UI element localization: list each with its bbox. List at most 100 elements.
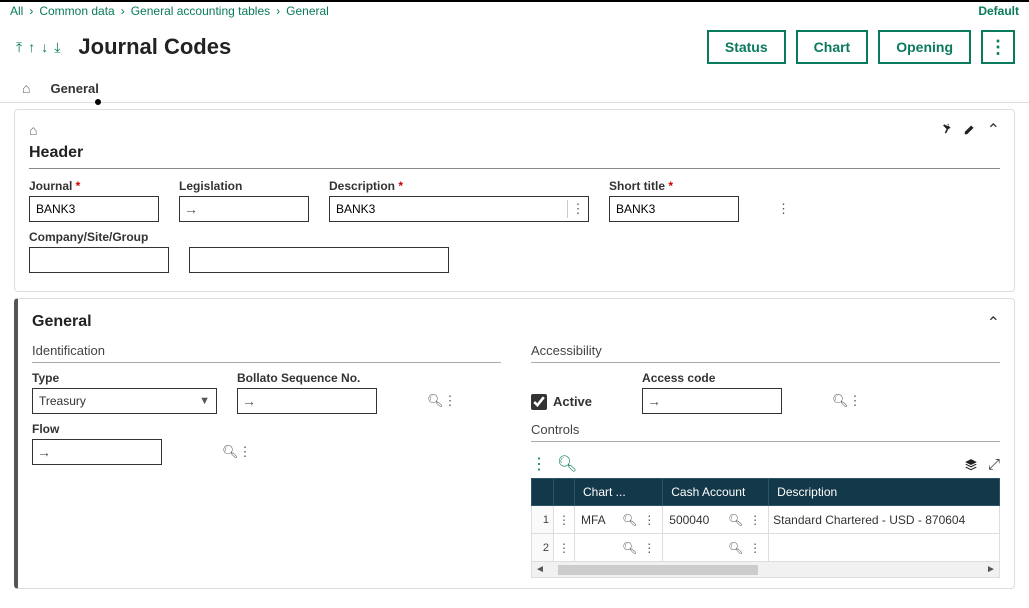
flow-input[interactable]: → 🔍︎ ⋮ [32, 439, 162, 465]
access-field[interactable] [665, 389, 832, 413]
divider [29, 168, 1000, 169]
cell-chart[interactable]: MFA 🔍︎ ⋮ [575, 506, 663, 534]
grid-header-cash[interactable]: Cash Account [663, 479, 769, 506]
cell-desc[interactable] [769, 534, 1000, 562]
layers-icon[interactable] [964, 456, 978, 473]
csg-text-input[interactable] [189, 247, 449, 273]
caret-down-icon: ▼ [199, 395, 210, 407]
grid-header-desc[interactable]: Description [769, 479, 1000, 506]
scroll-track[interactable] [548, 565, 983, 575]
chevron-right-icon: › [29, 4, 33, 18]
description-field[interactable] [330, 197, 567, 221]
grid-scrollbar[interactable]: ◄ ► [531, 562, 1000, 578]
search-icon[interactable]: 🔍︎ [222, 444, 239, 460]
cell-chart[interactable]: 🔍︎ ⋮ [575, 534, 663, 562]
cell-desc[interactable]: Standard Chartered - USD - 870604 [769, 506, 1000, 534]
menu-icon[interactable]: ⋮ [239, 444, 252, 460]
controls-heading: Controls [531, 422, 1000, 437]
journal-label: Journal [29, 179, 159, 193]
cell-value: MFA [579, 513, 619, 527]
active-label: Active [553, 394, 592, 409]
breadcrumb-default[interactable]: Default [978, 4, 1019, 18]
breadcrumb-general[interactable]: General [286, 4, 329, 18]
nav-prev-icon[interactable]: ↑ [26, 39, 37, 56]
search-icon[interactable]: 🔍︎ [427, 393, 444, 409]
journal-field[interactable] [30, 197, 197, 221]
search-icon[interactable]: 🔍︎ [725, 513, 746, 527]
row-menu-icon[interactable]: ⋮ [554, 534, 575, 562]
grid-menu-icon[interactable]: ⋮ [531, 454, 547, 474]
breadcrumb: All › Common data › General accounting t… [0, 2, 1029, 20]
menu-icon[interactable]: ⋮ [777, 201, 790, 217]
controls-grid: Chart ... Cash Account Description 1 ⋮ M… [531, 478, 1000, 562]
nav-next-icon[interactable]: ↓ [39, 39, 50, 56]
shorttitle-label: Short title [609, 179, 739, 193]
active-checkbox-wrap[interactable]: Active [531, 389, 592, 414]
bollato-field[interactable] [260, 389, 427, 413]
scroll-thumb[interactable] [558, 565, 758, 575]
menu-icon[interactable]: ⋮ [444, 393, 457, 409]
panel-home-icon[interactable]: ⌂ [29, 122, 37, 138]
tab-general[interactable]: General [38, 75, 110, 102]
bollato-input[interactable]: → 🔍︎ ⋮ [237, 388, 377, 414]
journal-input[interactable]: 🔍︎ ⋮ [29, 196, 159, 222]
shorttitle-input[interactable]: ⋮ [609, 196, 739, 222]
search-icon[interactable]: 🔍︎ [619, 541, 640, 555]
description-label: Description [329, 179, 589, 193]
collapse-icon[interactable]: ⌃ [987, 313, 1000, 333]
menu-icon[interactable]: ⋮ [746, 513, 764, 527]
tab-row: ⌂ General [0, 74, 1029, 103]
flow-label: Flow [32, 422, 162, 436]
chart-button[interactable]: Chart [796, 30, 869, 64]
breadcrumb-common[interactable]: Common data [39, 4, 114, 18]
scroll-left-icon[interactable]: ◄ [532, 564, 548, 575]
tab-home-icon[interactable]: ⌂ [14, 74, 38, 102]
accessibility-column: Accessibility Active Access code → 🔍︎ ⋮ [531, 337, 1000, 578]
active-checkbox[interactable] [531, 394, 547, 410]
cell-cash[interactable]: 500040 🔍︎ ⋮ [663, 506, 769, 534]
general-panel: General ⌃ Identification Type Treasury ▼… [14, 298, 1015, 589]
accessibility-heading: Accessibility [531, 343, 1000, 358]
scroll-right-icon[interactable]: ► [983, 564, 999, 575]
expand-icon[interactable]: ⤢ [988, 456, 1000, 473]
header-panel: ⌂ ⌃ Header Journal 🔍︎ ⋮ Legislation → 🔍︎ [14, 109, 1015, 292]
csg-field[interactable] [30, 248, 197, 272]
status-button[interactable]: Status [707, 30, 786, 64]
menu-icon[interactable]: ⋮ [568, 201, 588, 217]
description-input[interactable]: ⋮ [329, 196, 589, 222]
legislation-input[interactable]: → 🔍︎ ⋮ [179, 196, 309, 222]
table-row: 2 ⋮ 🔍︎ ⋮ 🔍︎ [532, 534, 1000, 562]
bollato-label: Bollato Sequence No. [237, 371, 377, 385]
record-nav: ⤒ ↑ ↓ ⤓ [14, 39, 62, 56]
grid-search-icon[interactable]: 🔍︎ [557, 454, 577, 474]
breadcrumb-tables[interactable]: General accounting tables [131, 4, 270, 18]
type-select[interactable]: Treasury ▼ [32, 388, 217, 414]
csg-text-field[interactable] [190, 248, 448, 272]
nav-last-icon[interactable]: ⤓ [52, 39, 62, 56]
row-menu-icon[interactable]: ⋮ [554, 506, 575, 534]
grid-header-chart[interactable]: Chart ... [575, 479, 663, 506]
breadcrumb-all[interactable]: All [10, 4, 23, 18]
more-menu-button[interactable]: ⋮ [981, 30, 1015, 64]
cell-cash[interactable]: 🔍︎ ⋮ [663, 534, 769, 562]
search-icon[interactable]: 🔍︎ [725, 541, 746, 555]
search-icon[interactable]: 🔍︎ [619, 513, 640, 527]
access-input[interactable]: → 🔍︎ ⋮ [642, 388, 782, 414]
pin-icon[interactable] [939, 120, 953, 140]
collapse-icon[interactable]: ⌃ [987, 120, 1000, 140]
menu-icon[interactable]: ⋮ [640, 513, 658, 527]
edit-icon[interactable] [963, 120, 977, 140]
general-section-title: General [32, 313, 92, 331]
csg-input[interactable]: 🔍︎ ⋮ [29, 247, 169, 273]
menu-icon[interactable]: ⋮ [640, 541, 658, 555]
opening-button[interactable]: Opening [878, 30, 971, 64]
type-value: Treasury [39, 394, 199, 408]
search-icon[interactable]: 🔍︎ [832, 393, 849, 409]
menu-icon[interactable]: ⋮ [849, 393, 862, 409]
flow-field[interactable] [55, 440, 222, 464]
grid-corner [554, 479, 575, 506]
menu-icon[interactable]: ⋮ [746, 541, 764, 555]
nav-first-icon[interactable]: ⤒ [14, 39, 24, 56]
cell-value: Standard Chartered - USD - 870604 [773, 513, 965, 527]
shorttitle-field[interactable] [610, 197, 777, 221]
